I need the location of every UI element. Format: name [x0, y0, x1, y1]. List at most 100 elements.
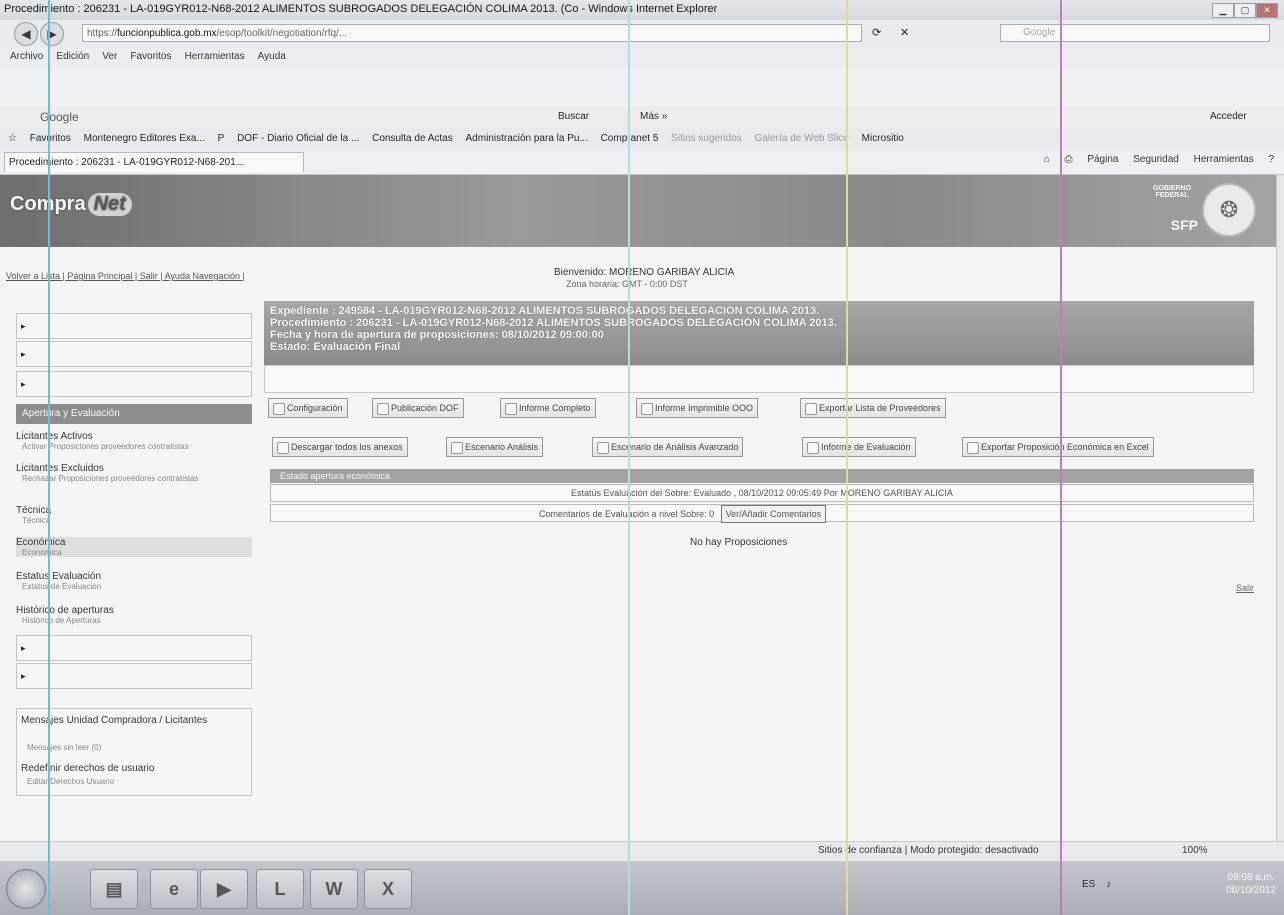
exportar-excel-button[interactable]: Exportar Proposición Económica en Excel [962, 437, 1154, 457]
compranet-logo: CompraNet [10, 193, 132, 216]
url-field[interactable]: https://funcionpublica.gob.mx/esop/toolk… [82, 24, 862, 42]
menu-herramientas[interactable]: Herramientas [185, 51, 245, 62]
back-button[interactable]: ◀ [14, 22, 38, 46]
cmd-seguridad[interactable]: Seguridad [1133, 154, 1179, 165]
tab-bar: Procedimiento : 206231 - LA-019GYR012-N6… [0, 150, 1284, 175]
messages-title: Mensajes Unidad Compradora / Licitantes [21, 715, 208, 726]
scan-line [48, 0, 50, 915]
informe-completo-button[interactable]: Informe Completo [500, 398, 596, 418]
sidebar-collapsed-1[interactable]: ▸ [16, 313, 252, 339]
header-spacer [264, 365, 1254, 393]
procedure-header: Expediente : 249584 - LA-019GYR012-N68-2… [264, 301, 1254, 365]
sidebar-item-historico[interactable]: Histórico de aperturas Histórico de Apert… [16, 605, 252, 625]
language-indicator[interactable]: ES [1082, 879, 1095, 890]
salir-link[interactable]: Salir [1236, 583, 1254, 593]
refresh-icon[interactable]: ⟳ [872, 26, 881, 39]
browser-search-input[interactable]: Google [1000, 24, 1270, 42]
scan-line [628, 0, 630, 915]
fav-administracion[interactable]: Administración para la Pu... [466, 128, 588, 150]
estado-text: Estado: Evaluación Final [270, 341, 401, 353]
fav-sitios-sugeridos[interactable]: Sitios sugeridos [671, 128, 742, 150]
menu-edicion[interactable]: Edición [56, 51, 89, 62]
stop-icon[interactable]: ✕ [900, 26, 909, 39]
sidebar-item-licitantes-activos[interactable]: Licitantes Activos Activar Proposiciones … [16, 431, 252, 451]
rights-title: Redefinir derechos de usuario [21, 763, 155, 774]
google-search-button[interactable]: Buscar [558, 111, 589, 122]
taskbar: ▤ e ▶ L W X ES ♪ 09:08 a.m. 08/10/2012 [0, 861, 1284, 915]
escenario-avanzado-button[interactable]: Escenario de Análisis Avanzado [592, 437, 744, 457]
informe-imprimible-button[interactable]: Informe Imprimible OOO [636, 398, 759, 418]
fav-galeria[interactable]: Galería de Web Slice [755, 128, 849, 150]
command-bar: ⌂ ⎙ Página Seguridad Herramientas ? [1032, 154, 1274, 165]
welcome-text: Bienvenido: MORENO GARIBAY ALICIA [554, 267, 735, 278]
configuracion-button[interactable]: Configuración [268, 398, 348, 418]
fav-p[interactable]: P [218, 128, 225, 150]
status-line: Estatus Evaluación del Sobre: Evaluado ,… [270, 484, 1254, 502]
sidebar-item-estatus-evaluacion[interactable]: Estatus Evaluación Estatus de Evaluación [16, 571, 252, 591]
fav-dof[interactable]: DOF - Diario Oficial de la ... [237, 128, 359, 150]
sidebar-messages-box: Mensajes Unidad Compradora / Licitantes … [16, 708, 252, 796]
help-icon[interactable]: ? [1268, 154, 1274, 165]
cmd-herramientas[interactable]: Herramientas [1194, 154, 1254, 165]
sidebar-collapsed-5[interactable]: ▸ [16, 663, 252, 689]
cmd-pagina[interactable]: Página [1087, 154, 1118, 165]
home-icon[interactable]: ⌂ [1044, 154, 1050, 165]
window-titlebar: Procedimiento : 206231 - LA-019GYR012-N6… [0, 0, 1284, 21]
top-links[interactable]: Volver a Lista | Página Principal | Sali… [6, 271, 245, 281]
sidebar-header[interactable]: Apertura y Evaluación [16, 404, 252, 424]
fav-micrositio[interactable]: Micrositio [862, 128, 904, 150]
timezone-text: Zona horaria: GMT - 0:00 DST [566, 279, 688, 289]
google-more-link[interactable]: Más » [640, 111, 667, 122]
word-icon[interactable]: W [310, 869, 358, 909]
clock[interactable]: 09:08 a.m. 08/10/2012 [1226, 871, 1276, 897]
escenario-analisis-button[interactable]: Escenario Análisis [446, 437, 544, 457]
favorites-bar: ☆ Favoritos Montenegro Editores Exa... P… [0, 128, 1284, 151]
vertical-scrollbar[interactable] [1276, 175, 1284, 841]
google-toolbar: Google Buscar Más » Acceder [0, 106, 1284, 129]
menu-ayuda[interactable]: Ayuda [258, 51, 286, 62]
fecha-text: Fecha y hora de apertura de proposicione… [270, 329, 604, 341]
print-icon[interactable]: ⎙ [1065, 154, 1073, 165]
rights-link[interactable]: Editar Derechos Usuario [27, 777, 114, 786]
sidebar-collapsed-2[interactable]: ▸ [16, 341, 252, 367]
volume-icon[interactable]: ♪ [1106, 879, 1111, 890]
maximize-button[interactable]: ▢ [1234, 3, 1256, 18]
start-button[interactable] [6, 869, 46, 909]
google-logo: Google [40, 110, 79, 124]
exportar-proveedores-button[interactable]: Exportar Lista de Proveedores [800, 398, 946, 418]
status-bar: Sitios de confianza | Modo protegido: de… [0, 841, 1284, 862]
explorer-icon[interactable]: ▤ [90, 869, 138, 909]
sidebar-collapsed-3[interactable]: ▸ [16, 371, 252, 397]
procedimiento-text: Procedimiento : 206231 - LA-019GYR012-N6… [270, 317, 837, 329]
media-icon[interactable]: ▶ [200, 869, 248, 909]
menu-ver[interactable]: Ver [102, 51, 117, 62]
page-content: CompraNet GOBIERNOFEDERAL SFP ❂ Volver a… [0, 175, 1276, 841]
fav-favoritos[interactable]: Favoritos [30, 128, 71, 150]
acceder-link[interactable]: Acceder [1210, 111, 1247, 122]
zoom-level[interactable]: 100% [1182, 845, 1208, 856]
sidebar-item-economica[interactable]: Económica Económica [16, 537, 252, 557]
menu-archivo[interactable]: Archivo [10, 51, 43, 62]
fav-consulta-actas[interactable]: Consulta de Actas [372, 128, 453, 150]
sidebar-item-tecnica[interactable]: Técnica Técnica [16, 505, 252, 525]
no-proposals-text: No hay Proposiciones [690, 537, 788, 548]
national-seal-icon: ❂ [1202, 183, 1256, 237]
sfp-logo: SFP [1170, 217, 1198, 233]
menu-favoritos[interactable]: Favoritos [130, 51, 171, 62]
sidebar-collapsed-4[interactable]: ▸ [16, 635, 252, 661]
close-window-button[interactable]: ✕ [1256, 3, 1278, 18]
ie-icon[interactable]: e [150, 869, 198, 909]
system-tray: ES ♪ [1082, 879, 1111, 890]
forward-button[interactable]: ▶ [40, 22, 64, 46]
lync-icon[interactable]: L [256, 869, 304, 909]
minimize-button[interactable]: ▁ [1212, 3, 1234, 18]
descargar-anexos-button[interactable]: Descargar todos los anexos [272, 437, 408, 457]
messages-link[interactable]: Mensajes sin leer (0) [27, 743, 101, 752]
comments-button[interactable]: Ver/Añadir Comentarios [720, 505, 827, 523]
fav-montenegro[interactable]: Montenegro Editores Exa... [84, 128, 205, 150]
compranet-banner: CompraNet GOBIERNOFEDERAL SFP ❂ [0, 175, 1276, 247]
informe-evaluacion-button[interactable]: Informe de Evaluación [802, 437, 916, 457]
sidebar-item-licitantes-excluidos[interactable]: Licitantes Excluidos Rechazar Proposicion… [16, 463, 252, 483]
publicacion-dof-button[interactable]: Publicación DOF [372, 398, 464, 418]
excel-icon[interactable]: X [364, 869, 412, 909]
